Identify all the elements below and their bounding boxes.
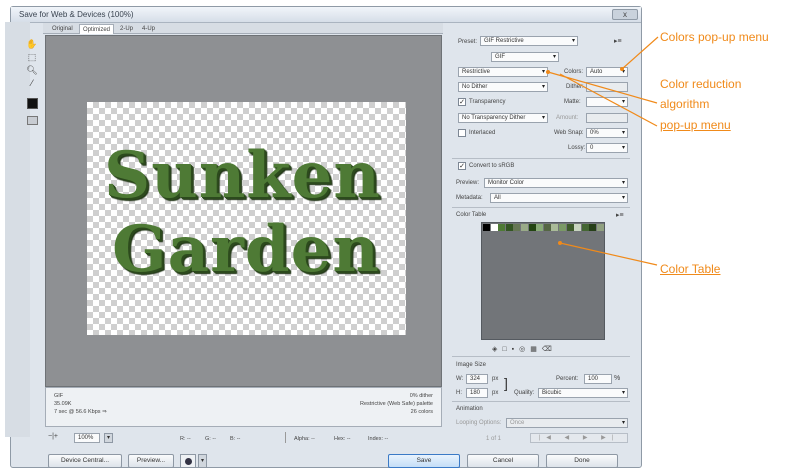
color-table-leader <box>559 242 658 266</box>
annotation-color-table: Color Table <box>660 262 721 276</box>
colors-popup-leader <box>621 36 659 70</box>
annotation-colors-popup: Colors pop-up menu <box>660 30 769 44</box>
reduction-leader-bottom <box>559 73 658 127</box>
annotation-reduction-line1: Color reduction <box>660 77 742 91</box>
annotation-reduction-line2: algorithm <box>660 97 710 111</box>
annotation-leaders <box>546 36 659 266</box>
reduction-leader-end <box>546 70 550 74</box>
annotation-reduction-line3: pop-up menu <box>660 118 731 132</box>
colors-popup-leader-end <box>620 67 624 71</box>
color-table-leader-end <box>558 241 562 245</box>
